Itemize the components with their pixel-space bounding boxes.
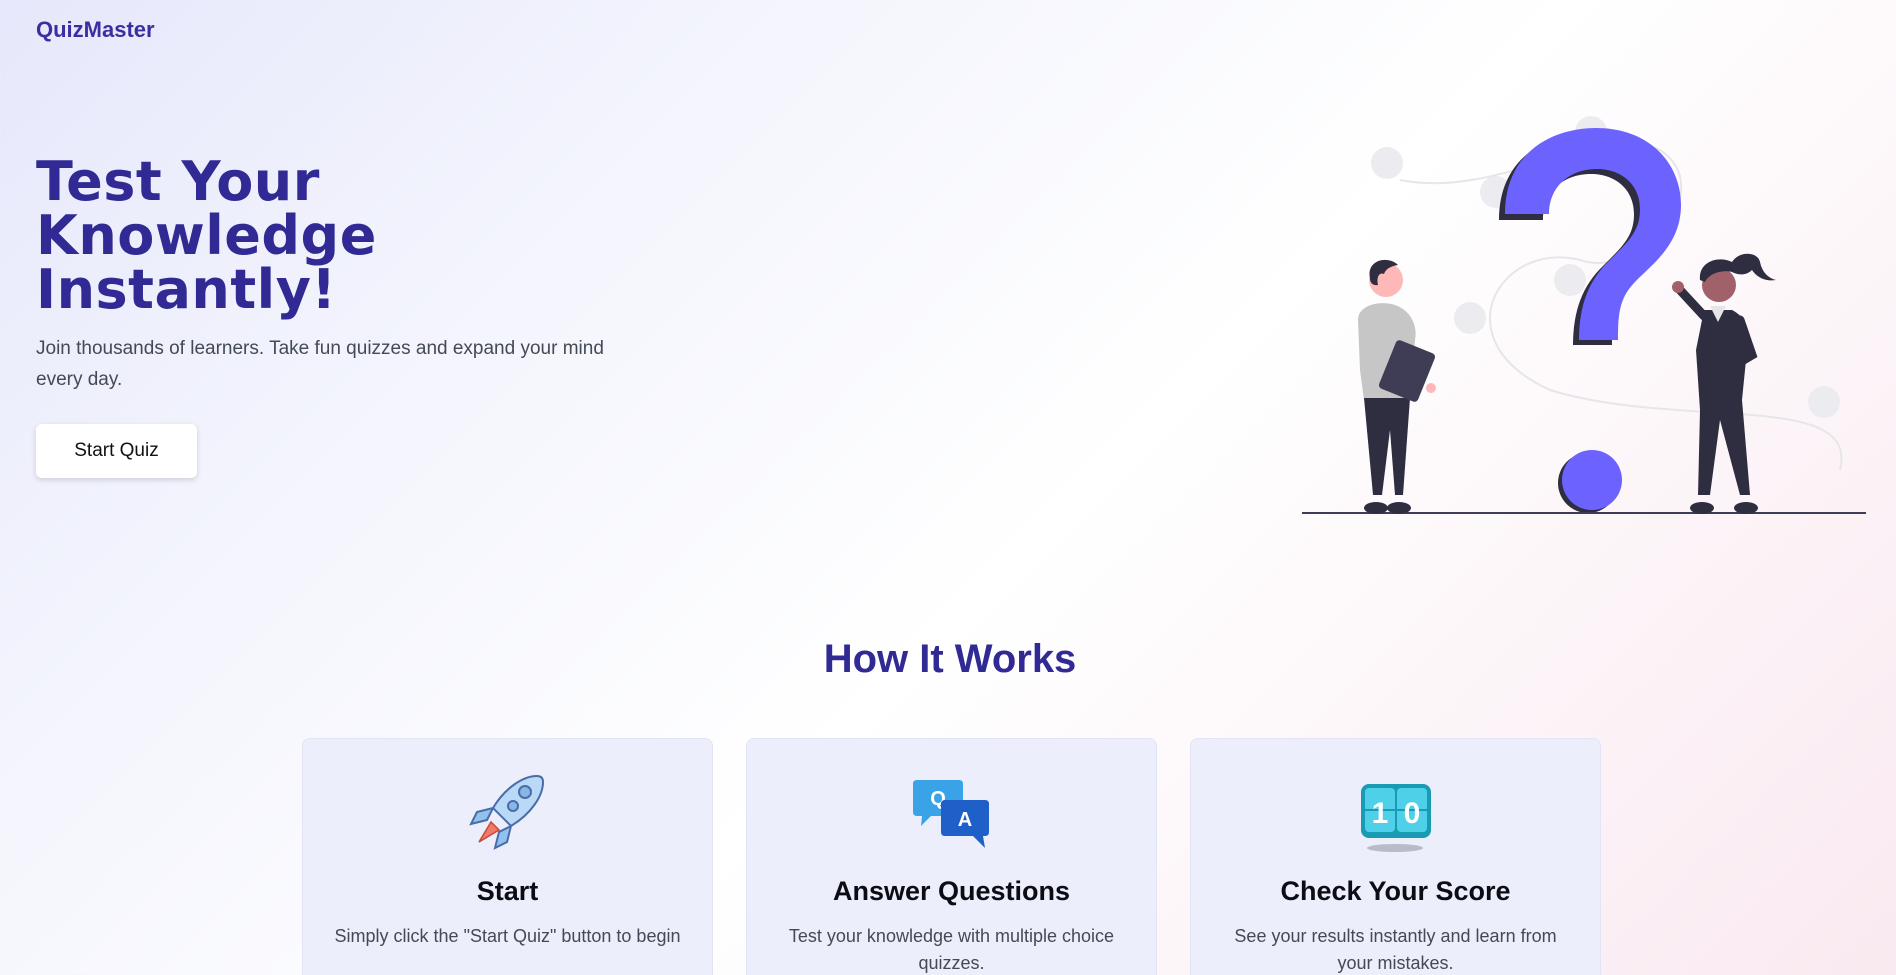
how-it-works-title: How It Works: [823, 637, 1077, 681]
question-mark-illustration: [1302, 116, 1866, 514]
step-description: See your results instantly and learn fro…: [1234, 926, 1557, 973]
step-card-start: Start Simply click the "Start Quiz" butt…: [302, 738, 713, 975]
hero-title-line-3: Instantly!: [36, 258, 337, 321]
step-title: Answer Questions: [832, 876, 1071, 906]
step-title: Check Your Score: [1280, 876, 1511, 906]
brand-logo[interactable]: QuizMaster: [36, 17, 155, 43]
step-description: Simply click the "Start Quiz" button to …: [334, 926, 681, 946]
svg-text:0: 0: [1403, 797, 1420, 830]
start-quiz-button[interactable]: Start Quiz: [36, 424, 197, 478]
score-counter-icon: 1 0: [1360, 784, 1431, 852]
hero-title: Test Your Knowledge Instantly!: [36, 155, 636, 317]
rocket-icon: [468, 774, 544, 850]
step-description: Test your knowledge with multiple choice…: [788, 926, 1115, 973]
svg-text:A: A: [957, 809, 971, 831]
step-title: Start: [476, 876, 539, 906]
hero-subtitle: Join thousands of learners. Take fun qui…: [36, 338, 604, 390]
step-card-answer-questions: Q A Answer Questions Test your knowledge…: [746, 738, 1157, 975]
qa-chat-icon: Q A: [912, 780, 989, 848]
step-card-check-score: 1 0 Check Your Score See your results in…: [1190, 738, 1601, 975]
svg-text:1: 1: [1371, 797, 1388, 830]
